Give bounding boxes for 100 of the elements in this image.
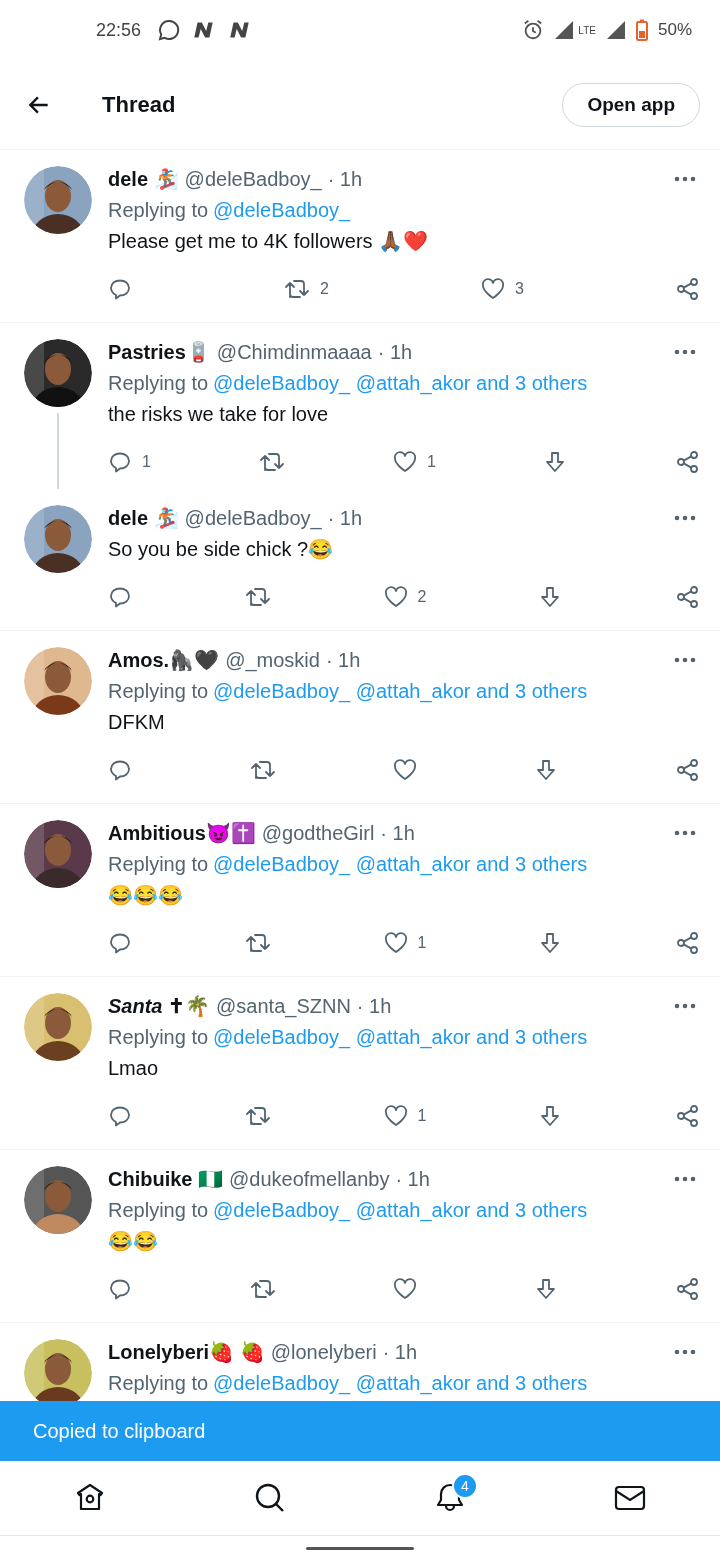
- share-icon[interactable]: [675, 931, 700, 955]
- share-icon[interactable]: [675, 1104, 700, 1128]
- user-handle[interactable]: @deleBadboy_: [184, 506, 322, 530]
- clock-time: 22:56: [96, 19, 142, 41]
- retweet-icon[interactable]: [244, 1104, 271, 1128]
- replying-label: Replying to: [108, 1371, 209, 1396]
- search-icon[interactable]: [254, 1482, 286, 1514]
- user-handle[interactable]: @lonelyberi: [270, 1340, 377, 1364]
- tweet-text: the risks we take for love: [108, 402, 330, 427]
- share-icon[interactable]: [676, 450, 700, 474]
- replying-label: Replying to: [108, 1025, 209, 1050]
- heart-icon[interactable]: [481, 278, 506, 300]
- more-options-icon[interactable]: [674, 1176, 696, 1182]
- reply-icon[interactable]: [108, 277, 132, 301]
- notification-badge: 4: [452, 1473, 478, 1499]
- download-icon[interactable]: [543, 450, 566, 474]
- tweet-text: Lmao: [108, 1056, 160, 1081]
- share-icon[interactable]: [676, 1277, 700, 1301]
- post-time: · 1h: [327, 506, 363, 530]
- action-count: 1: [142, 453, 151, 471]
- reply-icon[interactable]: [108, 1277, 132, 1301]
- network-type: LTE: [578, 24, 596, 36]
- heart-icon[interactable]: [393, 451, 417, 473]
- download-icon[interactable]: [539, 931, 562, 955]
- replying-label: Replying to: [108, 371, 209, 396]
- open-app-button[interactable]: Open app: [562, 82, 700, 127]
- action-count: 2: [320, 280, 329, 298]
- heart-icon[interactable]: [383, 586, 408, 608]
- post-time: · 1h: [380, 821, 415, 845]
- post-time: · 1h: [356, 994, 392, 1018]
- user-name[interactable]: dele 🏂: [108, 506, 179, 530]
- post-time: · 1h: [325, 648, 361, 672]
- user-name[interactable]: Pastries🪫: [108, 340, 211, 364]
- retweet-icon[interactable]: [284, 277, 311, 301]
- retweet-icon[interactable]: [249, 758, 276, 782]
- user-handle[interactable]: @_moskid: [225, 648, 320, 672]
- post-time: · 1h: [327, 167, 363, 191]
- reply-icon[interactable]: [108, 1104, 132, 1128]
- replying-label: Replying to: [108, 679, 209, 704]
- page-title: Thread: [102, 91, 176, 118]
- gesture-bar[interactable]: [306, 1546, 414, 1550]
- user-handle[interactable]: @godtheGirl: [261, 821, 375, 845]
- reply-icon[interactable]: [108, 585, 132, 609]
- share-icon[interactable]: [676, 758, 700, 782]
- replying-label: Replying to: [108, 1198, 209, 1223]
- post-time: · 1h: [382, 1340, 418, 1364]
- user-name[interactable]: Amos.🦍🖤: [108, 648, 220, 672]
- post-time: · 1h: [395, 1167, 430, 1191]
- post-time: · 1h: [377, 340, 413, 364]
- download-icon[interactable]: [539, 1104, 562, 1128]
- retweet-icon[interactable]: [258, 450, 285, 474]
- replying-label: Replying to: [108, 852, 209, 877]
- more-options-icon[interactable]: [674, 1349, 696, 1355]
- share-icon[interactable]: [676, 277, 700, 301]
- download-icon[interactable]: [539, 585, 562, 609]
- user-handle[interactable]: @Chimdinmaaaa: [216, 340, 372, 364]
- action-count: 1: [427, 453, 436, 471]
- tweet-text: So you be side chick ?😂: [108, 537, 335, 562]
- reply-icon[interactable]: [108, 758, 132, 782]
- more-options-icon[interactable]: [674, 1003, 696, 1009]
- action-count: 1: [417, 1107, 427, 1125]
- chat-icon: [157, 18, 182, 42]
- heart-icon[interactable]: [383, 1105, 408, 1127]
- retweet-icon[interactable]: [249, 1277, 276, 1301]
- retweet-icon[interactable]: [244, 585, 271, 609]
- signal-icon: [605, 20, 626, 40]
- tweet-text: DFKM: [108, 710, 166, 735]
- replying-label: Replying to: [108, 198, 209, 223]
- user-name[interactable]: Lonelyberi🍓 🍓: [108, 1340, 265, 1364]
- action-count: 3: [515, 280, 524, 298]
- user-handle[interactable]: @deleBadboy_: [184, 167, 322, 191]
- more-options-icon[interactable]: [674, 349, 696, 355]
- signal-icon: [554, 20, 575, 40]
- reply-icon[interactable]: [108, 931, 132, 955]
- battery-percent: 50%: [657, 20, 692, 40]
- share-icon[interactable]: [675, 585, 700, 609]
- retweet-icon[interactable]: [244, 931, 271, 955]
- clipboard-toast: Copied to clipboard: [0, 1401, 720, 1461]
- user-handle[interactable]: @dukeofmellanby: [229, 1167, 390, 1191]
- tweet-text: 😂😂: [108, 1229, 159, 1254]
- reply-icon[interactable]: [108, 450, 132, 474]
- battery-icon: [635, 19, 648, 41]
- action-count: 2: [417, 588, 427, 606]
- download-icon[interactable]: [534, 758, 557, 782]
- more-options-icon[interactable]: [674, 657, 696, 663]
- heart-icon[interactable]: [393, 1278, 417, 1300]
- user-name[interactable]: Chibuike 🇳🇬: [108, 1167, 223, 1191]
- download-icon[interactable]: [534, 1277, 557, 1301]
- user-name[interactable]: Ambitious😈✝: [108, 821, 256, 845]
- more-options-icon[interactable]: [674, 515, 696, 521]
- action-count: 1: [417, 934, 427, 952]
- user-name[interactable]: Santa ✝🌴: [108, 994, 211, 1018]
- tweet-text: 😂😂😂: [108, 883, 184, 908]
- more-options-icon[interactable]: [674, 830, 696, 836]
- heart-icon[interactable]: [383, 932, 408, 954]
- heart-icon[interactable]: [393, 759, 417, 781]
- tweet-text: Please get me to 4K followers 🙏🏾❤: [108, 229, 430, 254]
- user-name[interactable]: dele 🏂: [108, 167, 179, 191]
- more-options-icon[interactable]: [674, 176, 696, 182]
- user-handle[interactable]: @santa_SZNN: [216, 994, 351, 1018]
